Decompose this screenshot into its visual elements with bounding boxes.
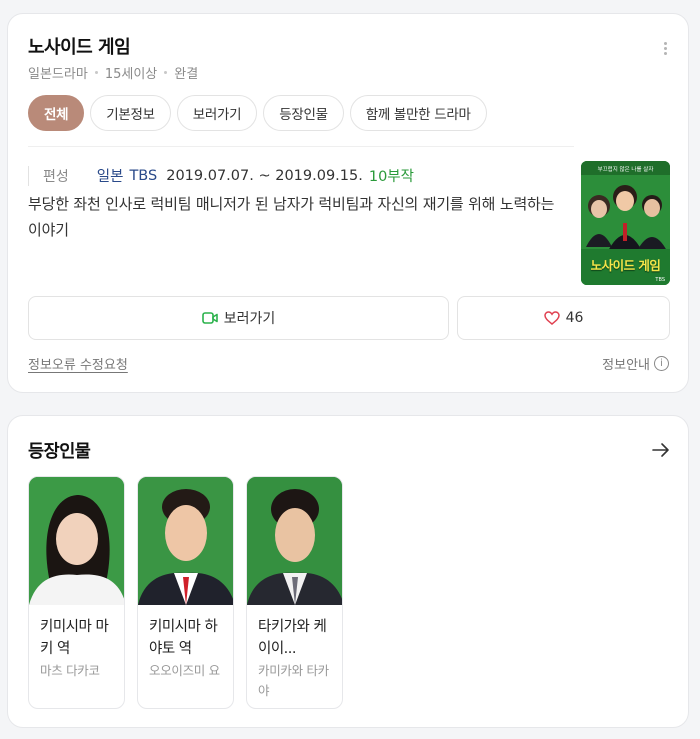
cast-member-card[interactable]: 키미시마 마키 역 마츠 다카코: [28, 476, 125, 709]
info-guide[interactable]: 정보안내 i: [602, 354, 669, 373]
arrow-right-icon[interactable]: [652, 442, 670, 458]
cast-role: 키미시마 하야토 역: [149, 619, 218, 657]
network-link[interactable]: TBS: [129, 168, 157, 184]
report-error-link[interactable]: 정보오류 수정요청: [28, 354, 128, 373]
cast-actor: 카미카와 타카야: [258, 663, 329, 698]
tab-basic-info[interactable]: 기본정보: [90, 95, 171, 131]
tab-bar: 전체 기본정보 보러가기 등장인물 함께 볼만한 드라마: [28, 95, 487, 131]
cast-actor: 마츠 다카코: [40, 663, 100, 678]
tab-watch[interactable]: 보러가기: [176, 95, 258, 131]
drama-title[interactable]: 노사이드 게임: [28, 33, 131, 59]
cast-member-card[interactable]: 타키가와 케이이... 카미카와 타카야: [246, 476, 343, 709]
cast-actor: 오오이즈미 요: [149, 663, 220, 678]
genre-label: 일본드라마: [28, 67, 88, 82]
watch-button-label: 보러가기: [223, 311, 276, 327]
air-dates: 2019.07.07. ~ 2019.09.15.: [166, 167, 363, 184]
drama-info-card: 노사이드 게임 일본드라마 15세이상 완결 전체 기본정보 보러가기 등장인물…: [7, 13, 689, 393]
poster-network: TBS: [655, 277, 665, 283]
status-label: 완결: [174, 67, 199, 82]
cast-member-card[interactable]: 키미시마 하야토 역 오오이즈미 요: [137, 476, 234, 709]
cast-role: 타키가와 케이이...: [258, 619, 327, 657]
cast-section-title[interactable]: 등장인물: [28, 438, 91, 463]
drama-meta: 일본드라마 15세이상 완결: [28, 63, 198, 82]
poster-title: 노사이드 게임: [590, 258, 661, 273]
heart-icon: [543, 311, 560, 325]
tab-all[interactable]: 전체: [28, 95, 85, 131]
tab-similar-dramas[interactable]: 함께 볼만한 드라마: [349, 95, 487, 131]
watch-button[interactable]: 보러가기: [28, 296, 449, 340]
like-button[interactable]: 46: [457, 296, 670, 340]
cast-photo: [247, 477, 342, 605]
cast-photo: [138, 477, 233, 605]
cast-role: 키미시마 마키 역: [40, 619, 109, 657]
poster-image[interactable]: 부끄럽지 않은 나를 살자 노사이드 게임 TBS: [581, 161, 670, 285]
cast-photo: [29, 477, 124, 605]
more-options-icon[interactable]: [664, 42, 668, 58]
rating-label: 15세이상: [104, 67, 158, 82]
cast-card: 등장인물 키미시마 마키 역 마츠 다카코 키미시마 하야토 역 오오이즈미 요…: [7, 415, 689, 728]
info-icon: i: [654, 356, 669, 371]
poster-tagline: 부끄럽지 않은 나를 살자: [597, 167, 654, 173]
synopsis: 부당한 좌천 인사로 럭비팀 매니저가 된 남자가 럭비팀과 자신의 재기를 위…: [28, 195, 555, 239]
like-count: 46: [565, 310, 584, 326]
tab-cast[interactable]: 등장인물: [263, 95, 344, 131]
divider: [28, 146, 574, 147]
broadcast-info: 편성 일본 TBS 2019.07.07. ~ 2019.09.15. 10부작: [28, 165, 414, 186]
broadcast-label: 편성: [28, 165, 69, 186]
info-guide-label: 정보안내: [602, 358, 650, 373]
video-camera-icon: [201, 312, 218, 324]
country-link[interactable]: 일본: [97, 165, 124, 186]
episode-count[interactable]: 10부작: [369, 165, 414, 186]
